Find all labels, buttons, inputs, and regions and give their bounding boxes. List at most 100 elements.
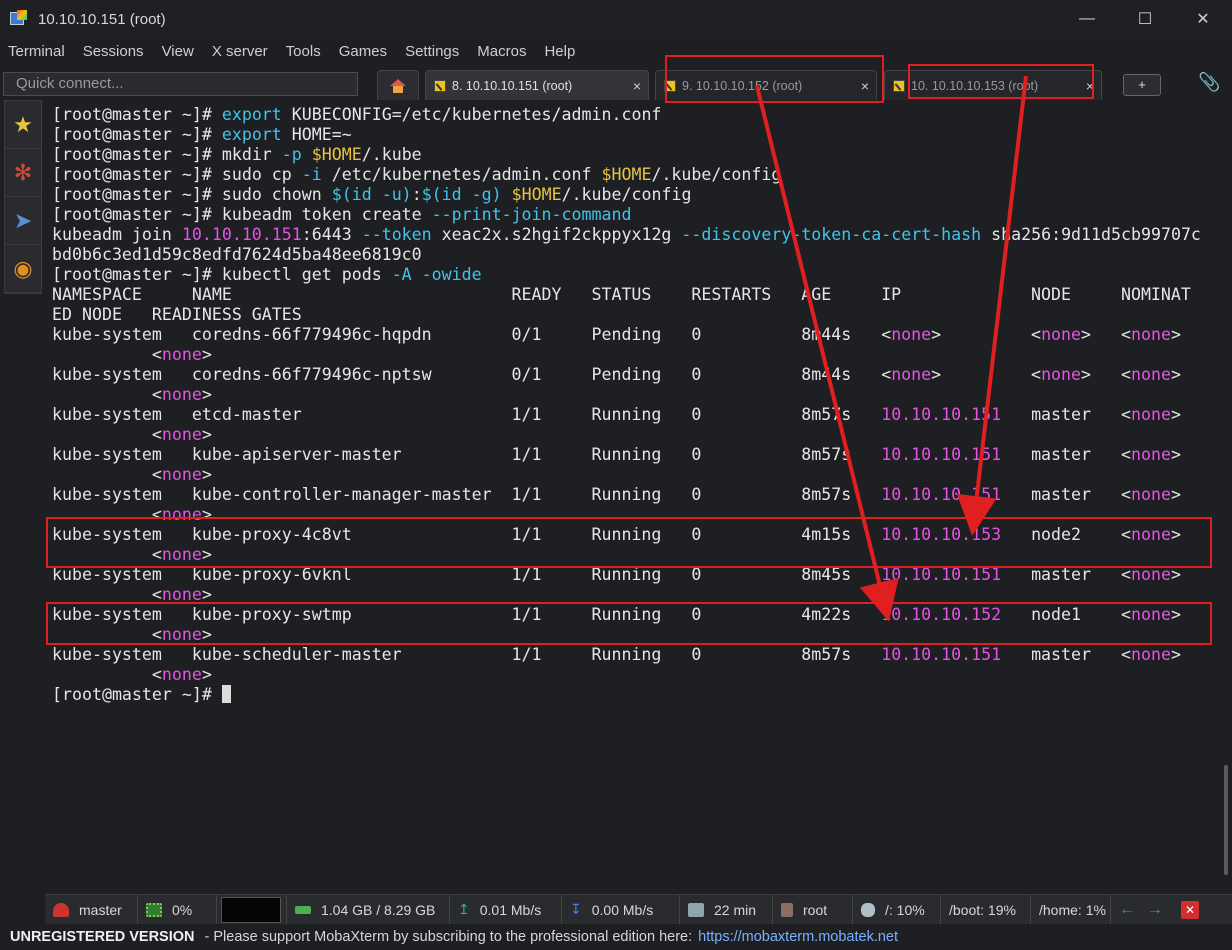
- terminal-text: -A -owide: [391, 265, 482, 284]
- status-disk-root: /: 10%: [853, 894, 941, 925]
- status-user-label: root: [803, 901, 828, 918]
- support-message: - Please support MobaXterm by subscribin…: [204, 929, 693, 945]
- shell-prompt: [root@master ~]#: [52, 105, 222, 124]
- minimize-button[interactable]: —: [1058, 0, 1116, 38]
- status-upload: ↥ 0.01 Mb/s: [450, 894, 562, 925]
- attachment-icon[interactable]: 📎: [1198, 72, 1220, 93]
- arrow-left-icon[interactable]: ←: [1119, 901, 1135, 919]
- terminal-line: NAMESPACE NAME READY STATUS RESTARTS AGE…: [52, 285, 1201, 305]
- terminal-text: none: [161, 465, 202, 484]
- new-tab-button[interactable]: +: [1123, 74, 1161, 96]
- menu-sessions[interactable]: Sessions: [83, 43, 144, 60]
- shell-prompt: [root@master ~]#: [52, 145, 222, 164]
- memory-icon: [295, 905, 311, 914]
- status-disk-home: /home: 1%: [1031, 894, 1111, 925]
- terminal-text: kube-system coredns-66f779496c-nptsw 0/1…: [52, 365, 892, 384]
- menu-macros[interactable]: Macros: [477, 43, 526, 60]
- terminal-line: [root@master ~]# kubeadm token create --…: [52, 205, 1201, 225]
- terminal-line: kube-system etcd-master 1/1 Running 0 8m…: [52, 405, 1201, 425]
- terminal-text: >: [1170, 445, 1181, 464]
- terminal-text: none: [1130, 325, 1171, 344]
- ssh-session-icon: [434, 79, 446, 92]
- menu-view[interactable]: View: [162, 43, 194, 60]
- title-bar: 10.10.10.151 (root) — ☐ ✕: [0, 0, 1232, 38]
- terminal-line: [root@master ~]# kubectl get pods -A -ow…: [52, 265, 1201, 285]
- terminal-text: none: [161, 385, 202, 404]
- status-cpu: 0%: [138, 894, 217, 925]
- menu-x-server[interactable]: X server: [212, 43, 268, 60]
- terminal-text: none: [1130, 645, 1171, 664]
- terminal-text: > <: [1081, 365, 1131, 384]
- terminal-line: kubeadm join 10.10.10.151:6443 --token x…: [52, 225, 1201, 245]
- terminal-line: [root@master ~]# export HOME=~: [52, 125, 1201, 145]
- terminal-text: >: [1170, 645, 1181, 664]
- status-bar: master 0% 1.04 GB / 8.29 GB ↥ 0.01 Mb/s …: [45, 894, 1232, 925]
- status-download: ↧ 0.00 Mb/s: [562, 894, 680, 925]
- terminal-text: kube-system kube-apiserver-master 1/1 Ru…: [52, 445, 882, 464]
- user-icon: [781, 902, 793, 917]
- terminal-text: <: [52, 345, 162, 364]
- shell-prompt: [root@master ~]#: [52, 685, 222, 704]
- terminal-text: >: [1170, 325, 1181, 344]
- window-title: 10.10.10.151 (root): [38, 10, 166, 28]
- terminal-line: kube-system coredns-66f779496c-nptsw 0/1…: [52, 365, 1201, 385]
- terminal-line: [root@master ~]# mkdir -p $HOME/.kube: [52, 145, 1201, 165]
- terminal-pane[interactable]: [root@master ~]# export KUBECONFIG=/etc/…: [45, 100, 1232, 892]
- terminal-cursor: [221, 685, 231, 703]
- terminal-text: >: [201, 665, 212, 684]
- tab-label: 8. 10.10.10.151 (root): [452, 78, 573, 93]
- terminal-text: >: [1170, 365, 1181, 384]
- terminal-text: $HOME: [311, 145, 362, 164]
- status-host: master: [45, 894, 138, 925]
- terminal-text: -p: [281, 145, 302, 164]
- terminal-line: ED NODE READINESS GATES: [52, 305, 1201, 325]
- terminal-text: > <: [1081, 325, 1131, 344]
- terminal-text: xeac2x.s2hgif2ckppyx12g: [431, 225, 682, 244]
- favorites-star-icon[interactable]: ★: [5, 101, 41, 149]
- status-disk-boot-label: /boot: 19%: [949, 901, 1016, 918]
- terminal-text: >: [1170, 485, 1181, 504]
- terminal-scrollbar[interactable]: [1224, 765, 1228, 875]
- sftp-send-icon[interactable]: ➤: [5, 197, 41, 245]
- tab-session-8[interactable]: 8. 10.10.10.151 (root) ×: [425, 70, 649, 100]
- terminal-text: KUBECONFIG=/etc/kubernetes/admin.conf: [281, 105, 662, 124]
- disk-icon: [861, 902, 875, 917]
- terminal-text: >: [1170, 405, 1181, 424]
- menu-settings[interactable]: Settings: [405, 43, 459, 60]
- terminal-text: --print-join-command: [431, 205, 632, 224]
- arrow-right-icon[interactable]: →: [1147, 901, 1163, 919]
- close-icon[interactable]: ✕: [1181, 900, 1199, 919]
- terminal-text: bd0b6c3ed1d59c8edfd7624d5ba48ee6819c0: [52, 245, 422, 264]
- menu-tools[interactable]: Tools: [286, 43, 321, 60]
- terminal-text: <: [52, 425, 162, 444]
- quick-connect-input[interactable]: Quick connect...: [3, 72, 358, 96]
- terminal-line: [root@master ~]# sudo chown $(id -u):$(i…: [52, 185, 1201, 205]
- close-tab-icon[interactable]: ×: [626, 78, 648, 94]
- menu-games[interactable]: Games: [339, 43, 387, 60]
- status-uptime: 22 min: [680, 894, 773, 925]
- terminal-line: <none>: [52, 465, 1201, 485]
- terminal-line: <none>: [52, 345, 1201, 365]
- terminal-text: kube-system kube-scheduler-master 1/1 Ru…: [52, 645, 882, 664]
- close-window-button[interactable]: ✕: [1174, 0, 1232, 38]
- terminal-text: >: [201, 465, 212, 484]
- terminal-text: $HOME: [601, 165, 652, 184]
- terminal-text: master <: [1001, 405, 1131, 424]
- mobatek-link[interactable]: https://mobaxterm.mobatek.net: [698, 929, 898, 945]
- home-tab[interactable]: [377, 70, 419, 100]
- terminal-text: >: [201, 425, 212, 444]
- macros-icon[interactable]: ◉: [5, 245, 41, 293]
- terminal-line: kube-system kube-proxy-6vknl 1/1 Running…: [52, 565, 1201, 585]
- maximize-button[interactable]: ☐: [1116, 0, 1174, 38]
- terminal-line: bd0b6c3ed1d59c8edfd7624d5ba48ee6819c0: [52, 245, 1201, 265]
- shell-prompt: [root@master ~]#: [52, 125, 222, 144]
- tools-icon[interactable]: ✻: [5, 149, 41, 197]
- menu-bar: Terminal Sessions View X server Tools Ga…: [0, 38, 1232, 64]
- menu-help[interactable]: Help: [544, 43, 575, 60]
- terminal-text: sudo cp: [221, 165, 302, 184]
- terminal-text: none: [1130, 445, 1171, 464]
- terminal-text: kube-system coredns-66f779496c-hqpdn 0/1…: [52, 325, 892, 344]
- terminal-text: none: [161, 425, 202, 444]
- menu-terminal[interactable]: Terminal: [8, 43, 65, 60]
